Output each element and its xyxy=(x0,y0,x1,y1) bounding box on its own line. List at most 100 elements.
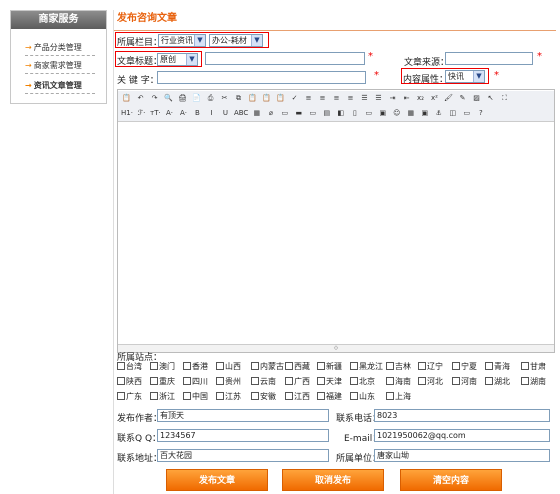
site-checkbox[interactable] xyxy=(251,377,259,385)
toolbar-row1-tool-21-icon[interactable]: x₂ xyxy=(415,93,426,104)
site-checkbox[interactable] xyxy=(485,362,493,370)
toolbar-row1-tool-11-icon[interactable]: 📋 xyxy=(275,93,286,104)
site-checkbox[interactable] xyxy=(150,377,158,385)
site-option[interactable]: 新疆 xyxy=(317,361,342,372)
title-input[interactable] xyxy=(205,52,365,65)
toolbar-row2-tool-11-icon[interactable]: ▭ xyxy=(279,108,290,119)
clear-button[interactable]: 清空内容 xyxy=(400,469,502,491)
sidebar-item-articles[interactable]: → 资讯文章管理 xyxy=(25,77,95,94)
toolbar-row1-tool-1-icon[interactable]: ↶ xyxy=(135,93,146,104)
toolbar-row2-tool-25-icon[interactable]: ? xyxy=(475,108,486,119)
site-option[interactable]: 福建 xyxy=(317,391,342,402)
toolbar-row1-tool-12-icon[interactable]: ✓ xyxy=(289,93,300,104)
toolbar-row1-tool-3-icon[interactable]: 🔍 xyxy=(163,93,174,104)
toolbar-row1-tool-18-icon[interactable]: ☰ xyxy=(373,93,384,104)
site-option[interactable]: 内蒙古 xyxy=(251,361,284,372)
site-checkbox[interactable] xyxy=(117,362,125,370)
qq-input[interactable]: 1234567 xyxy=(157,429,329,442)
site-checkbox[interactable] xyxy=(485,377,493,385)
site-checkbox[interactable] xyxy=(285,392,293,400)
toolbar-row1-tool-17-icon[interactable]: ☰ xyxy=(359,93,370,104)
site-checkbox[interactable] xyxy=(386,377,394,385)
cancel-button[interactable]: 取消发布 xyxy=(282,469,384,491)
site-checkbox[interactable] xyxy=(350,392,358,400)
site-checkbox[interactable] xyxy=(386,392,394,400)
toolbar-row2-tool-1-icon[interactable]: ℱ· xyxy=(136,108,147,119)
site-option[interactable]: 江苏 xyxy=(216,391,241,402)
site-option[interactable]: 宁夏 xyxy=(452,361,477,372)
phone-input[interactable]: 8023 xyxy=(374,409,550,422)
site-option[interactable]: 江西 xyxy=(285,391,310,402)
site-option[interactable]: 陕西 xyxy=(117,376,142,387)
site-checkbox[interactable] xyxy=(418,377,426,385)
toolbar-row2-tool-4-icon[interactable]: A· xyxy=(178,108,189,119)
site-checkbox[interactable] xyxy=(216,362,224,370)
site-checkbox[interactable] xyxy=(317,377,325,385)
toolbar-row1-tool-26-icon[interactable]: ↖ xyxy=(485,93,496,104)
site-option[interactable]: 云南 xyxy=(251,376,276,387)
site-checkbox[interactable] xyxy=(418,362,426,370)
column-select-primary[interactable]: 行业资讯 ▼ xyxy=(158,34,206,47)
site-checkbox[interactable] xyxy=(452,377,460,385)
site-checkbox[interactable] xyxy=(150,392,158,400)
site-option[interactable]: 山东 xyxy=(350,391,375,402)
site-option[interactable]: 中国 xyxy=(183,391,208,402)
toolbar-row1-tool-10-icon[interactable]: 📋 xyxy=(261,93,272,104)
site-option[interactable]: 广东 xyxy=(117,391,142,402)
attr-select[interactable]: 快讯 ▼ xyxy=(445,70,485,83)
site-option[interactable]: 甘肃 xyxy=(521,361,546,372)
site-checkbox[interactable] xyxy=(452,362,460,370)
toolbar-row2-tool-16-icon[interactable]: ▯ xyxy=(349,108,360,119)
site-option[interactable]: 青海 xyxy=(485,361,510,372)
column-select-secondary[interactable]: 办公-耗材 ▼ xyxy=(209,34,263,47)
site-checkbox[interactable] xyxy=(183,377,191,385)
site-option[interactable]: 河南 xyxy=(452,376,477,387)
site-option[interactable]: 四川 xyxy=(183,376,208,387)
email-input[interactable]: 1021950062@qq.com xyxy=(374,429,550,442)
site-checkbox[interactable] xyxy=(183,362,191,370)
toolbar-row2-tool-14-icon[interactable]: ▤ xyxy=(321,108,332,119)
site-option[interactable]: 安徽 xyxy=(251,391,276,402)
site-option[interactable]: 辽宁 xyxy=(418,361,443,372)
editor-content-area[interactable] xyxy=(118,121,554,345)
site-option[interactable]: 黑龙江 xyxy=(350,361,383,372)
site-option[interactable]: 上海 xyxy=(386,391,411,402)
sidebar-item-demand[interactable]: → 商家需求管理 xyxy=(25,57,95,74)
toolbar-row2-tool-17-icon[interactable]: ▭ xyxy=(363,108,374,119)
toolbar-row2-tool-12-icon[interactable]: ▬ xyxy=(293,108,304,119)
toolbar-row2-tool-5-icon[interactable]: B xyxy=(192,108,203,119)
site-option[interactable]: 湖南 xyxy=(521,376,546,387)
site-option[interactable]: 山西 xyxy=(216,361,241,372)
toolbar-row1-tool-6-icon[interactable]: ⎙ xyxy=(205,93,216,104)
site-checkbox[interactable] xyxy=(317,362,325,370)
toolbar-row1-tool-20-icon[interactable]: ⇤ xyxy=(401,93,412,104)
toolbar-row1-tool-13-icon[interactable]: ≡ xyxy=(303,93,314,104)
toolbar-row2-tool-15-icon[interactable]: ◧ xyxy=(335,108,346,119)
site-checkbox[interactable] xyxy=(386,362,394,370)
site-option[interactable]: 贵州 xyxy=(216,376,241,387)
site-option[interactable]: 重庆 xyxy=(150,376,175,387)
site-option[interactable]: 天津 xyxy=(317,376,342,387)
site-option[interactable]: 吉林 xyxy=(386,361,411,372)
toolbar-row1-tool-23-icon[interactable]: 🖌 xyxy=(443,93,454,104)
toolbar-row2-tool-19-icon[interactable]: ☺ xyxy=(391,108,402,119)
title-type-select[interactable]: 原创 ▼ xyxy=(157,53,198,66)
site-checkbox[interactable] xyxy=(117,377,125,385)
publish-button[interactable]: 发布文章 xyxy=(166,469,268,491)
toolbar-row1-tool-9-icon[interactable]: 📋 xyxy=(247,93,258,104)
site-checkbox[interactable] xyxy=(216,377,224,385)
site-checkbox[interactable] xyxy=(251,392,259,400)
site-option[interactable]: 浙江 xyxy=(150,391,175,402)
site-checkbox[interactable] xyxy=(317,392,325,400)
toolbar-row1-tool-19-icon[interactable]: ⇥ xyxy=(387,93,398,104)
site-checkbox[interactable] xyxy=(285,362,293,370)
toolbar-row2-tool-8-icon[interactable]: ABC xyxy=(234,108,248,119)
toolbar-row2-tool-22-icon[interactable]: ⚓ xyxy=(433,108,444,119)
keyword-input[interactable] xyxy=(157,71,366,84)
toolbar-row2-tool-13-icon[interactable]: ▭ xyxy=(307,108,318,119)
toolbar-row2-tool-3-icon[interactable]: A· xyxy=(164,108,175,119)
site-option[interactable]: 西藏 xyxy=(285,361,310,372)
toolbar-row2-tool-23-icon[interactable]: ◫ xyxy=(447,108,458,119)
site-option[interactable]: 广西 xyxy=(285,376,310,387)
toolbar-row1-tool-15-icon[interactable]: ≡ xyxy=(331,93,342,104)
